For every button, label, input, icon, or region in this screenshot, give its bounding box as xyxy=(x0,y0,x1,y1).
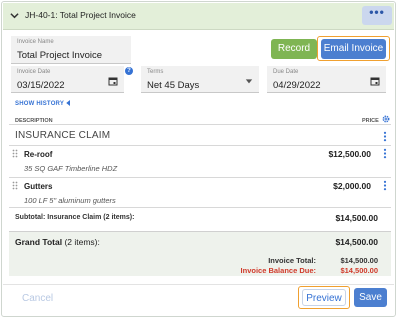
divider xyxy=(9,124,391,125)
invoice-name-field[interactable]: Invoice Name Total Project Invoice xyxy=(11,36,131,64)
show-history-link[interactable]: SHOW HISTORY xyxy=(15,100,71,107)
invoice-name-value: Total Project Invoice xyxy=(17,50,103,61)
due-date-label: Due Date xyxy=(273,69,299,75)
terms-label: Terms xyxy=(147,69,164,75)
line-item-price: $12,500.00 xyxy=(328,149,371,159)
preview-button[interactable]: Preview xyxy=(302,289,346,306)
balance-due-value: $14,500.00 xyxy=(340,266,378,275)
caret-left-icon xyxy=(66,100,70,106)
grand-total-row: Grand Total (2 items): $14,500.00 xyxy=(9,231,391,253)
cancel-button[interactable]: Cancel xyxy=(22,293,53,304)
invoice-panel: JH-40-1: Total Project Invoice ••• Invoi… xyxy=(1,1,396,317)
invoice-name-label: Invoice Name xyxy=(17,39,54,45)
calendar-icon[interactable] xyxy=(108,76,118,86)
line-item-name[interactable]: Re-roof xyxy=(24,150,52,159)
line-item-options-icon[interactable] xyxy=(383,180,387,191)
drag-handle-icon[interactable] xyxy=(12,149,18,158)
section-options-icon[interactable] xyxy=(383,131,387,142)
invoice-header[interactable]: JH-40-1: Total Project Invoice ••• xyxy=(3,3,394,30)
gear-icon[interactable] xyxy=(382,115,390,123)
line-item-description: 35 SQ GAF Timberline HDZ xyxy=(24,164,118,173)
divider xyxy=(9,145,391,146)
invoice-total-value: $14,500.00 xyxy=(340,256,378,265)
email-invoice-button[interactable]: Email Invoice xyxy=(321,39,386,59)
subtotal-label: Subtotal: Insurance Claim (2 items): xyxy=(15,214,135,221)
due-date-value: 04/29/2022 xyxy=(273,80,321,91)
show-history-label: SHOW HISTORY xyxy=(15,101,64,107)
grand-total-title: Grand Total xyxy=(15,237,63,247)
terms-select[interactable]: Terms Net 45 Days xyxy=(141,66,259,93)
drag-handle-icon[interactable] xyxy=(12,181,18,190)
line-item-description: 100 LF 5" aluminum gutters xyxy=(24,196,116,205)
subtotal-row: Subtotal: Insurance Claim (2 items): $14… xyxy=(9,207,391,228)
line-item-name[interactable]: Gutters xyxy=(24,182,52,191)
save-button[interactable]: Save xyxy=(354,288,387,307)
grand-total-label: Grand Total (2 items): xyxy=(15,237,100,247)
grand-total-value: $14,500.00 xyxy=(335,237,378,247)
line-item-price: $2,000.00 xyxy=(333,181,371,191)
dropdown-arrow-icon[interactable] xyxy=(245,77,253,85)
due-date-field[interactable]: Due Date 04/29/2022 xyxy=(267,66,386,93)
record-button[interactable]: Record xyxy=(271,39,317,59)
divider xyxy=(9,177,391,178)
balance-due-label: Invoice Balance Due: xyxy=(240,266,316,275)
line-item-options-icon[interactable] xyxy=(383,148,387,159)
invoice-date-label: Invoice Date xyxy=(17,69,51,75)
invoice-total-label: Invoice Total: xyxy=(268,256,316,265)
terms-value: Net 45 Days xyxy=(147,80,200,91)
grand-total-count: (2 items): xyxy=(64,237,100,247)
more-options-icon[interactable]: ••• xyxy=(362,6,392,25)
help-icon[interactable]: ? xyxy=(125,67,133,75)
calendar-icon[interactable] xyxy=(370,76,380,86)
invoice-totals: Invoice Total: $14,500.00 Invoice Balanc… xyxy=(9,252,391,276)
invoice-date-value: 03/15/2022 xyxy=(17,80,65,91)
invoice-title: JH-40-1: Total Project Invoice xyxy=(25,10,136,20)
subtotal-value: $14,500.00 xyxy=(335,213,378,223)
invoice-date-field[interactable]: Invoice Date 03/15/2022 xyxy=(11,66,124,93)
chevron-down-icon[interactable] xyxy=(10,11,19,20)
section-title: INSURANCE CLAIM xyxy=(15,130,111,141)
footer-divider xyxy=(3,284,394,285)
